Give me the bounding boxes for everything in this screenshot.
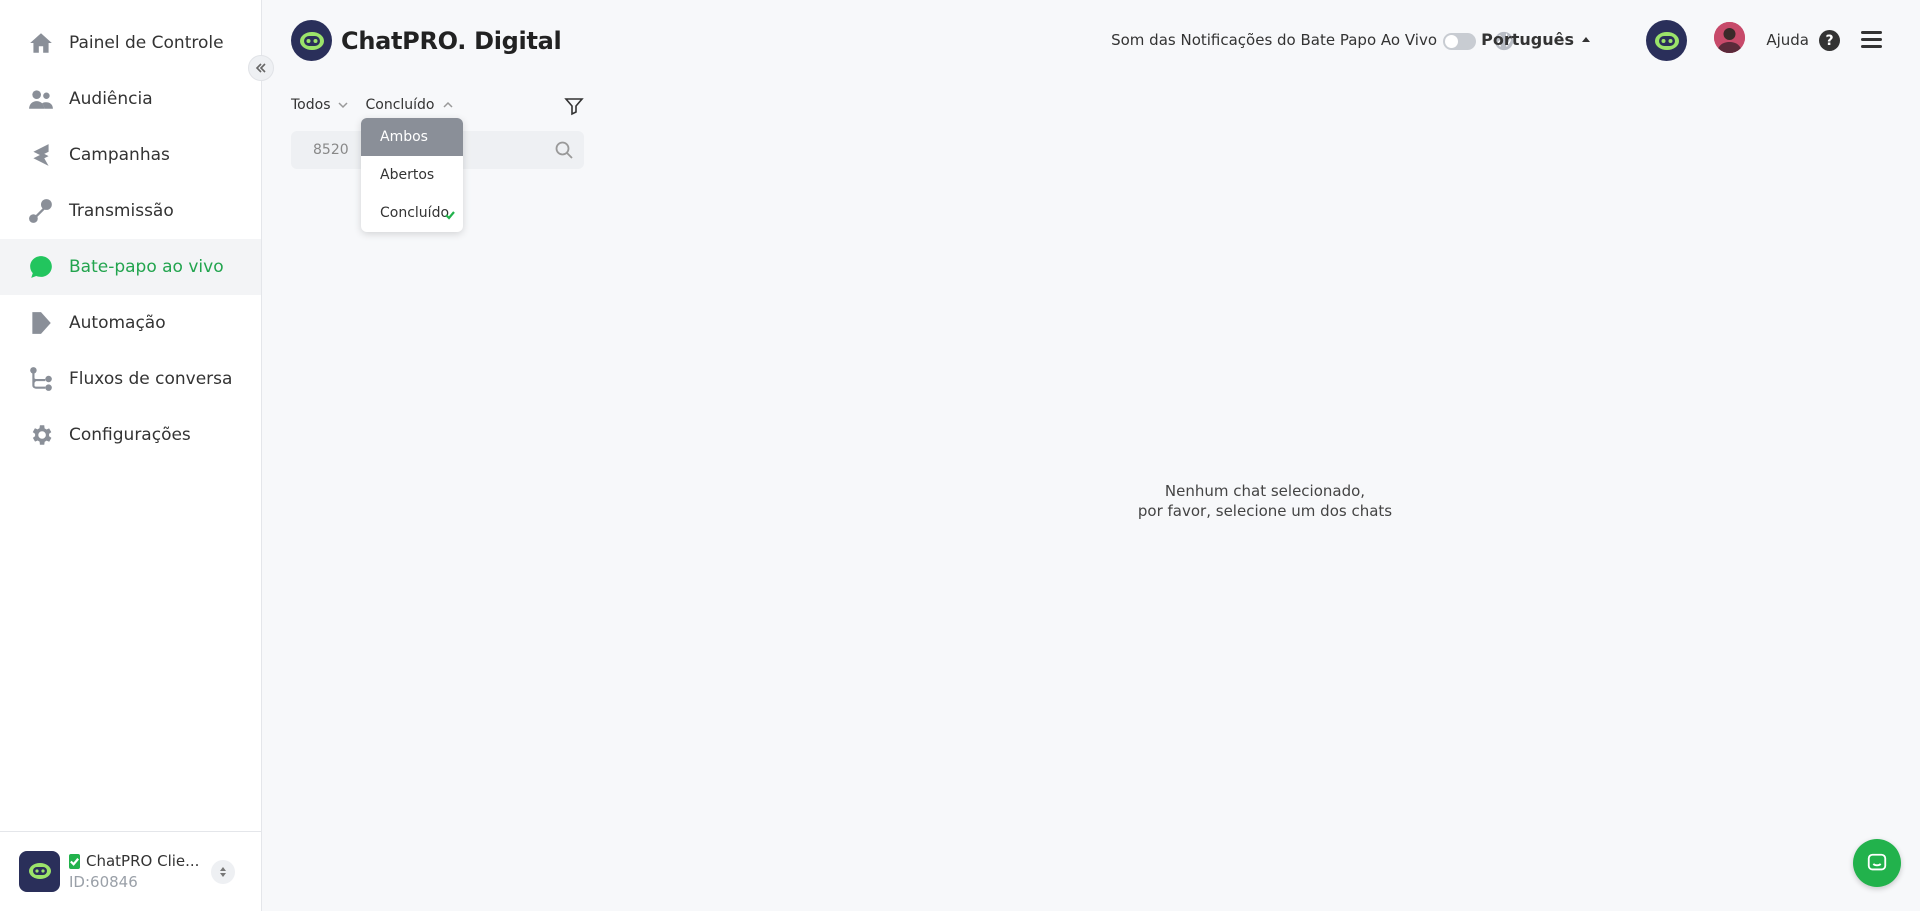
verified-check-icon — [69, 853, 80, 869]
toggle-knob — [1445, 35, 1458, 48]
account-logo — [19, 851, 60, 892]
users-icon — [28, 86, 54, 112]
option-label: Ambos — [380, 129, 428, 145]
sidebar-item-dashboard[interactable]: Painel de Controle — [0, 15, 261, 71]
account-info: ChatPRO Clie... ID:60846 — [69, 852, 199, 891]
sidebar-item-label: Fluxos de conversa — [69, 369, 233, 389]
option-label: Concluído — [380, 205, 450, 221]
status-filter-menu: Ambos Abertos Concluído — [361, 118, 463, 232]
status-filter-label: Concluído — [365, 97, 435, 113]
status-filter-dropdown[interactable]: Concluído — [365, 97, 453, 113]
automation-icon — [28, 310, 54, 336]
gear-icon — [28, 422, 54, 448]
top-header: ChatPRO. Digital Som das Notificações do… — [263, 0, 1920, 82]
language-label: Português — [1481, 30, 1574, 49]
help-link[interactable]: Ajuda — [1766, 31, 1809, 49]
support-chat-launcher[interactable] — [1853, 839, 1901, 887]
account-name: ChatPRO Clie... — [86, 852, 200, 870]
search-icon[interactable] — [554, 140, 574, 160]
broadcast-icon — [28, 198, 54, 224]
chatpro-bot-icon — [28, 862, 51, 879]
language-selector[interactable]: Português — [1481, 30, 1590, 49]
empty-line-2: por favor, selecione um dos chats — [1137, 502, 1393, 520]
brand[interactable]: ChatPRO. Digital — [291, 20, 562, 61]
advanced-filter-button[interactable] — [564, 96, 584, 116]
caret-up-icon — [1582, 37, 1590, 42]
sidebar-item-settings[interactable]: Configurações — [0, 407, 261, 463]
scope-filter-label: Todos — [291, 97, 331, 113]
status-option-both[interactable]: Ambos — [361, 118, 463, 156]
brand-name: ChatPRO. Digital — [341, 26, 562, 55]
sidebar-item-broadcast[interactable]: Transmissão — [0, 183, 261, 239]
brand-logo-icon — [291, 20, 332, 61]
account-switcher[interactable]: ChatPRO Clie... ID:60846 — [0, 831, 262, 911]
status-option-open[interactable]: Abertos — [361, 156, 463, 194]
message-icon — [1867, 853, 1887, 871]
notification-sound-toggle[interactable] — [1443, 33, 1476, 50]
sidebar-item-label: Configurações — [69, 425, 191, 445]
chevron-up-icon — [442, 101, 453, 108]
home-icon — [28, 30, 54, 56]
sidebar-item-label: Transmissão — [69, 201, 174, 221]
status-option-completed[interactable]: Concluído — [361, 194, 463, 232]
scope-filter-dropdown[interactable]: Todos — [291, 97, 349, 113]
sidebar: Painel de Controle Audiência Campanhas T… — [0, 0, 262, 911]
sort-arrows-icon — [220, 866, 226, 877]
account-switch-button[interactable] — [211, 859, 235, 884]
header-actions: Som das Notificações do Bate Papo Ao Viv… — [1111, 0, 1920, 82]
sidebar-item-flows[interactable]: Fluxos de conversa — [0, 351, 261, 407]
sidebar-item-label: Bate-papo ao vivo — [69, 257, 224, 277]
option-label: Abertos — [380, 167, 435, 183]
chevron-down-icon — [338, 102, 349, 109]
sidebar-item-label: Painel de Controle — [69, 33, 224, 53]
hamburger-menu-icon[interactable] — [1861, 31, 1882, 49]
flow-icon — [28, 366, 54, 392]
double-chevron-left-icon — [255, 63, 266, 73]
user-avatar[interactable] — [1714, 22, 1745, 53]
check-icon — [445, 208, 455, 220]
collapse-sidebar-button[interactable] — [248, 55, 274, 81]
help-icon[interactable]: ? — [1819, 30, 1840, 51]
account-name-row: ChatPRO Clie... — [69, 852, 199, 870]
chat-icon — [28, 254, 54, 280]
sidebar-item-live-chat[interactable]: Bate-papo ao vivo — [0, 239, 261, 295]
chat-filters: Todos Concluído — [291, 97, 454, 113]
sidebar-item-label: Audiência — [69, 89, 153, 109]
empty-chat-message: Nenhum chat selecionado, por favor, sele… — [1055, 481, 1475, 521]
filter-funnel-icon — [564, 98, 584, 116]
campaign-icon — [28, 142, 54, 168]
bot-avatar[interactable] — [1646, 20, 1687, 61]
sidebar-item-campaigns[interactable]: Campanhas — [0, 127, 261, 183]
empty-line-1: Nenhum chat selecionado, — [1164, 482, 1366, 500]
user-photo-icon — [1714, 22, 1745, 53]
sidebar-item-audience[interactable]: Audiência — [0, 71, 261, 127]
sidebar-item-label: Automação — [69, 313, 166, 333]
sidebar-item-automation[interactable]: Automação — [0, 295, 261, 351]
sidebar-item-label: Campanhas — [69, 145, 170, 165]
account-id: ID:60846 — [69, 873, 138, 891]
sidebar-nav: Painel de Controle Audiência Campanhas T… — [0, 0, 261, 463]
notification-sound-label: Som das Notificações do Bate Papo Ao Viv… — [1111, 31, 1437, 49]
chatpro-bot-icon — [1654, 31, 1679, 50]
